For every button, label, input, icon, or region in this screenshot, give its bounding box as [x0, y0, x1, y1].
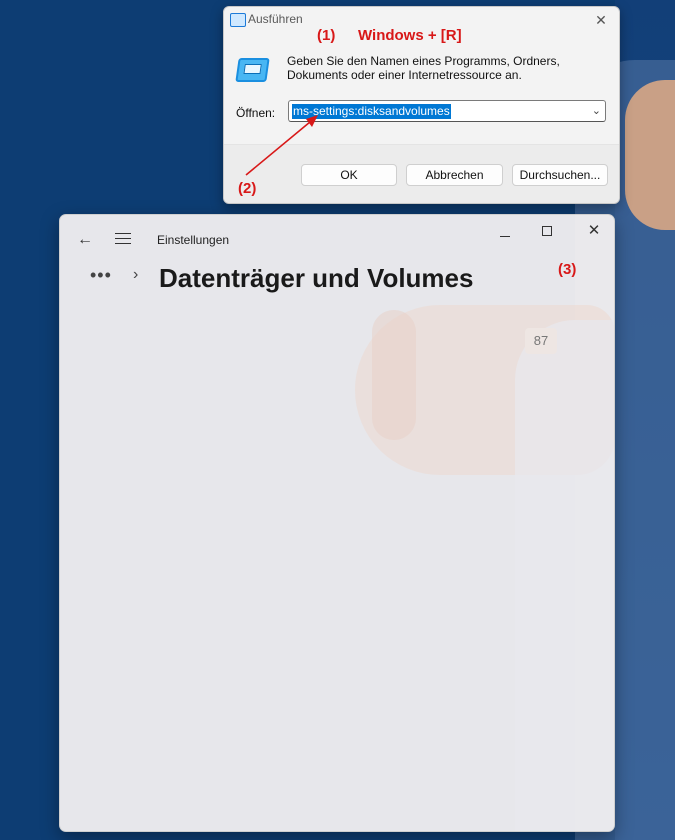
run-app-icon — [235, 58, 270, 82]
browse-button[interactable]: Durchsuchen... — [512, 164, 608, 186]
annotation-arrow — [245, 115, 318, 176]
annotation-step-1-text: Windows + [R] — [358, 27, 462, 44]
chevron-down-icon[interactable]: ⌄ — [592, 104, 601, 117]
run-description: Geben Sie den Namen eines Programms, Ord… — [287, 54, 560, 82]
annotation-step-2: (2) — [238, 180, 257, 197]
hamburger-menu-icon[interactable] — [115, 233, 131, 245]
open-input[interactable]: ms-settings:disksandvolumes ⌄ — [288, 100, 606, 122]
back-arrow-icon[interactable]: ← — [74, 230, 96, 250]
annotation-step-3: (3) — [558, 261, 577, 278]
watermark-body — [515, 320, 614, 831]
page-title: Datenträger und Volumes — [159, 263, 474, 293]
watermark-thumb — [372, 310, 416, 440]
run-icon — [230, 13, 246, 27]
settings-window: ← Einstellungen ✕ ••• › Datenträger und … — [59, 214, 615, 832]
run-title: Ausführen — [248, 12, 303, 26]
settings-title: Einstellungen — [157, 233, 230, 247]
background-photo-face — [625, 80, 675, 230]
minimize-button[interactable] — [490, 221, 522, 245]
breadcrumb-chevron-icon: › — [133, 266, 139, 283]
watermark-badge: 87 — [525, 328, 557, 354]
annotation-step-1-number: (1) — [317, 27, 336, 44]
close-icon[interactable]: ✕ — [578, 221, 610, 245]
maximize-button[interactable] — [531, 221, 563, 245]
more-options-icon[interactable]: ••• — [90, 265, 112, 286]
close-icon[interactable]: ✕ — [591, 10, 611, 30]
cancel-button[interactable]: Abbrechen — [406, 164, 503, 186]
